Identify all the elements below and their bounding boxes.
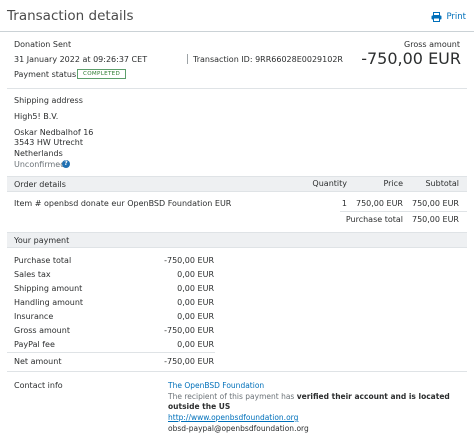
quantity-header: Quantity xyxy=(312,179,347,188)
payment-row-value: 0,00 EUR xyxy=(177,298,214,307)
recipient-note-text: The recipient of this payment has xyxy=(168,392,297,401)
payment-row-label: Gross amount xyxy=(14,326,70,335)
recipient-email: obsd-paypal@openbsdfoundation.org xyxy=(168,424,309,433)
transaction-id: Transaction ID: 9RR66028E0029102R xyxy=(193,55,343,64)
payment-row-label: Sales tax xyxy=(14,270,51,279)
price-header: Price xyxy=(383,179,403,188)
section-divider xyxy=(7,371,467,372)
help-circle-icon[interactable]: ? xyxy=(62,160,70,168)
payment-heading: Your payment xyxy=(14,236,70,245)
shipping-line-2: 3543 HW Utrecht xyxy=(14,138,84,147)
page-title: Transaction details xyxy=(7,8,134,24)
subtotal-divider xyxy=(340,211,467,212)
shipping-company: High5! B.V. xyxy=(14,112,59,121)
gross-amount-label: Gross amount xyxy=(404,40,460,49)
section-divider xyxy=(7,88,467,89)
payment-status-label: Payment status: xyxy=(14,70,79,79)
payment-row-label: Shipping amount xyxy=(14,284,83,293)
order-item-price: 750,00 EUR xyxy=(355,199,403,208)
recipient-name-link[interactable]: The OpenBSD Foundation xyxy=(168,381,454,391)
net-amount-label: Net amount xyxy=(14,357,62,366)
print-button[interactable]: Print xyxy=(431,12,466,22)
purchase-total-value: 750,00 EUR xyxy=(411,215,459,224)
payment-row-value: 0,00 EUR xyxy=(177,284,214,293)
payment-header-row xyxy=(7,232,467,248)
payment-row-label: PayPal fee xyxy=(14,340,55,349)
order-item-description: Item # openbsd donate eur OpenBSD Founda… xyxy=(14,199,232,208)
transaction-date: 31 January 2022 at 09:26:37 CET xyxy=(14,55,148,64)
page-header: Transaction details Print xyxy=(0,0,474,32)
payment-row-value: 0,00 EUR xyxy=(177,312,214,321)
purchase-total-label: Purchase total xyxy=(345,215,403,224)
gross-amount-value: -750,00 EUR xyxy=(361,49,461,68)
order-item-quantity: 1 xyxy=(341,199,347,208)
net-divider xyxy=(7,352,215,353)
website-link[interactable]: http://www.openbsdfoundation.org xyxy=(168,413,454,423)
payment-row-value: -750,00 EUR xyxy=(164,326,214,335)
order-details-header: Order details xyxy=(14,180,66,189)
printer-icon xyxy=(431,12,442,22)
payment-row-label: Handling amount xyxy=(14,298,84,307)
status-badge: COMPLETED xyxy=(77,69,127,79)
shipping-heading: Shipping address xyxy=(14,96,83,105)
transaction-type: Donation Sent xyxy=(14,40,72,49)
payment-row-label: Insurance xyxy=(14,312,54,321)
order-item-subtotal: 750,00 EUR xyxy=(411,199,459,208)
summary-divider xyxy=(187,54,188,64)
payment-row-value: 0,00 EUR xyxy=(177,270,214,279)
recipient-note: The recipient of this payment has verifi… xyxy=(168,392,454,412)
print-label: Print xyxy=(446,12,466,22)
subtotal-header: Subtotal xyxy=(425,179,459,188)
payment-row-value: -750,00 EUR xyxy=(164,256,214,265)
address-status: Unconfirmed xyxy=(14,160,66,169)
contact-label: Contact info xyxy=(14,381,63,390)
net-amount-value: -750,00 EUR xyxy=(164,357,214,366)
payment-row-value: 0,00 EUR xyxy=(177,340,214,349)
shipping-line-1: Oskar Nedbalhof 16 xyxy=(14,128,94,137)
payment-row-label: Purchase total xyxy=(14,256,72,265)
shipping-country: Netherlands xyxy=(14,149,63,158)
